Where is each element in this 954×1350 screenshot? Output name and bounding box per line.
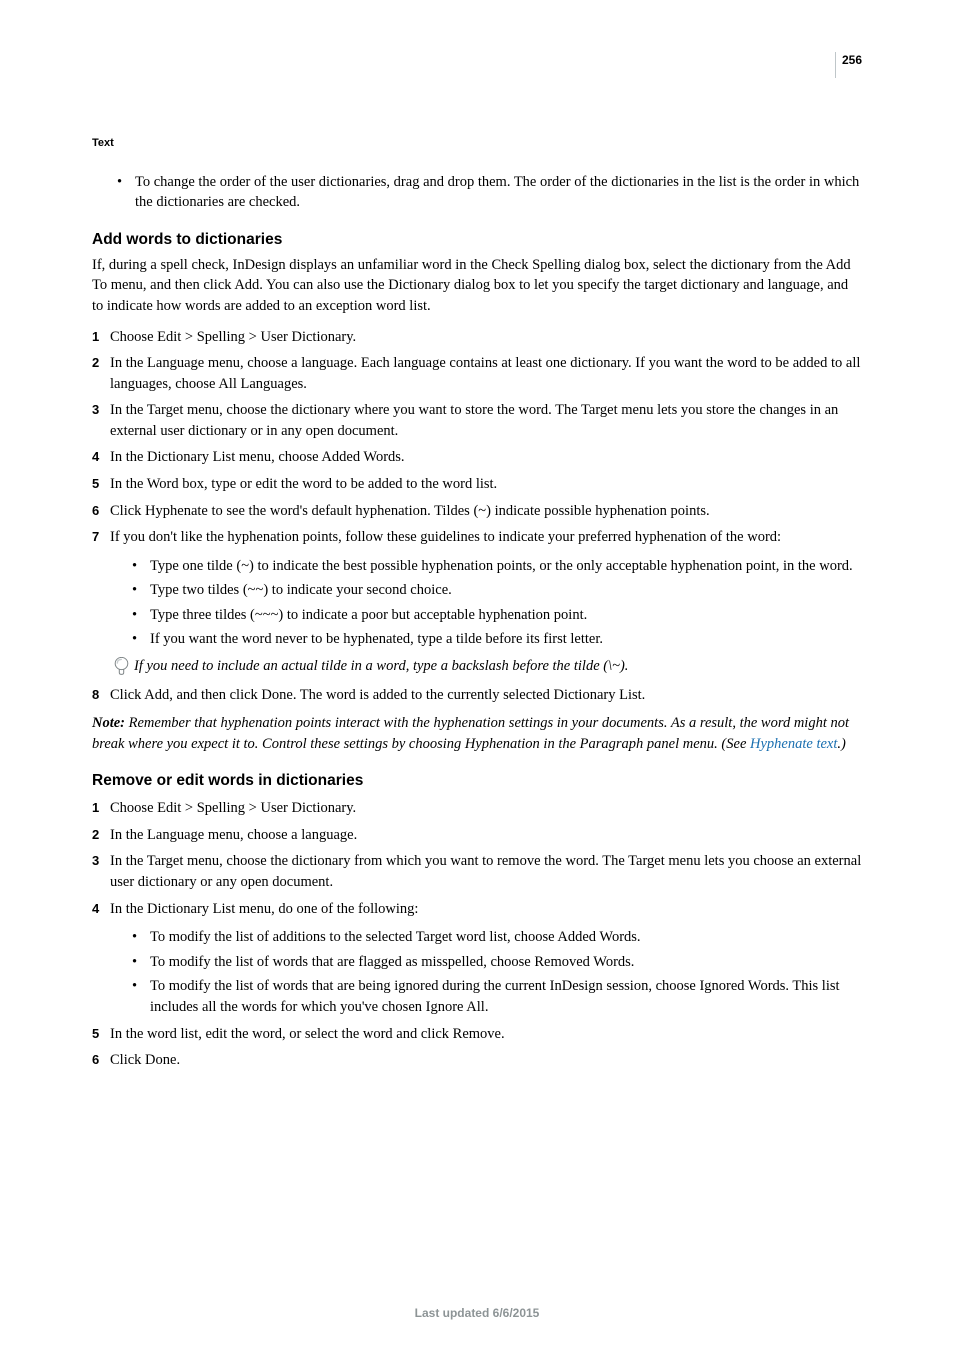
section-label: Text (92, 136, 862, 152)
sub-bullet-text: Type one tilde (~) to indicate the best … (150, 556, 853, 577)
s1-step-5: 5In the Word box, type or edit the word … (92, 474, 862, 495)
s1-step-2: 2In the Language menu, choose a language… (92, 353, 862, 394)
step-text: In the Dictionary List menu, do one of t… (110, 899, 862, 920)
tip-text: If you need to include an actual tilde i… (134, 656, 862, 677)
step-text: In the Language menu, choose a language.… (110, 353, 862, 394)
step-number: 8 (92, 685, 110, 706)
step-number: 1 (92, 327, 110, 348)
bullet-dot-icon: • (117, 172, 135, 213)
s1-step-1: 1Choose Edit > Spelling > User Dictionar… (92, 327, 862, 348)
s1-sub-3: •Type three tildes (~~~) to indicate a p… (132, 605, 862, 626)
lightbulb-icon (114, 656, 134, 676)
step-text: In the Language menu, choose a language. (110, 825, 862, 846)
sub-bullet-text: Type two tildes (~~) to indicate your se… (150, 580, 452, 601)
step-text: In the Dictionary List menu, choose Adde… (110, 447, 862, 468)
s2-step-4: 4In the Dictionary List menu, do one of … (92, 899, 862, 920)
hyphenate-text-link[interactable]: Hyphenate text (750, 736, 837, 752)
step-text: Click Done. (110, 1050, 862, 1071)
heading-remove-words: Remove or edit words in dictionaries (92, 770, 862, 792)
step-number: 1 (92, 798, 110, 819)
s1-step-3: 3In the Target menu, choose the dictiona… (92, 400, 862, 441)
s2-sub-3: •To modify the list of words that are be… (132, 976, 862, 1017)
step-number: 5 (92, 474, 110, 495)
bullet-dot-icon: • (132, 952, 150, 973)
bullet-dot-icon: • (132, 629, 150, 650)
s1-intro: If, during a spell check, InDesign displ… (92, 255, 862, 317)
sub-bullet-text: To modify the list of additions to the s… (150, 927, 641, 948)
step-text: In the word list, edit the word, or sele… (110, 1024, 862, 1045)
page-number-value: 256 (842, 52, 862, 69)
sub-bullet-text: To modify the list of words that are bei… (150, 976, 862, 1017)
note-label: Note: (92, 715, 129, 731)
bullet-dot-icon: • (132, 927, 150, 948)
s2-step-2: 2In the Language menu, choose a language… (92, 825, 862, 846)
s2-steps: 1Choose Edit > Spelling > User Dictionar… (92, 798, 862, 919)
s1-note: Note: Remember that hyphenation points i… (92, 713, 862, 754)
heading-add-words: Add words to dictionaries (92, 229, 862, 251)
page-number: 256 (835, 52, 862, 78)
step-number: 4 (92, 899, 110, 920)
note-text-b: .) (837, 736, 845, 752)
s1-step-8: 8Click Add, and then click Done. The wor… (92, 685, 862, 706)
step-number: 3 (92, 400, 110, 441)
step-number: 6 (92, 1050, 110, 1071)
bullet-dot-icon: • (132, 976, 150, 1017)
step-text: Choose Edit > Spelling > User Dictionary… (110, 798, 862, 819)
sub-bullet-text: Type three tildes (~~~) to indicate a po… (150, 605, 587, 626)
s2-step-5: 5In the word list, edit the word, or sel… (92, 1024, 862, 1045)
intro-bullet-text: To change the order of the user dictiona… (135, 172, 862, 213)
step-text: In the Word box, type or edit the word t… (110, 474, 862, 495)
step-text: In the Target menu, choose the dictionar… (110, 851, 862, 892)
step-text: In the Target menu, choose the dictionar… (110, 400, 862, 441)
step-number: 2 (92, 353, 110, 394)
page: 256 Text • To change the order of the us… (0, 0, 954, 1350)
page-footer: Last updated 6/6/2015 (0, 1305, 954, 1322)
bullet-dot-icon: • (132, 580, 150, 601)
s2-sub-1: •To modify the list of additions to the … (132, 927, 862, 948)
tip-row: If you need to include an actual tilde i… (114, 656, 862, 677)
bullet-dot-icon: • (132, 605, 150, 626)
s1-step-4: 4In the Dictionary List menu, choose Add… (92, 447, 862, 468)
s1-sub-2: •Type two tildes (~~) to indicate your s… (132, 580, 862, 601)
s1-sub-4: •If you want the word never to be hyphen… (132, 629, 862, 650)
step-number: 5 (92, 1024, 110, 1045)
s2-step-3: 3In the Target menu, choose the dictiona… (92, 851, 862, 892)
s1-step-6: 6Click Hyphenate to see the word's defau… (92, 501, 862, 522)
s2-steps-tail: 5In the word list, edit the word, or sel… (92, 1024, 862, 1071)
s1-step8-list: 8Click Add, and then click Done. The wor… (92, 685, 862, 706)
bullet-dot-icon: • (132, 556, 150, 577)
step-text: Click Add, and then click Done. The word… (110, 685, 862, 706)
step-text: Click Hyphenate to see the word's defaul… (110, 501, 862, 522)
step-number: 6 (92, 501, 110, 522)
step-number: 4 (92, 447, 110, 468)
sub-bullet-text: If you want the word never to be hyphena… (150, 629, 603, 650)
step-number: 3 (92, 851, 110, 892)
s1-step-7: 7If you don't like the hyphenation point… (92, 527, 862, 548)
step-number: 2 (92, 825, 110, 846)
step-text: If you don't like the hyphenation points… (110, 527, 862, 548)
s1-sub-1: •Type one tilde (~) to indicate the best… (132, 556, 862, 577)
step-number: 7 (92, 527, 110, 548)
step-text: Choose Edit > Spelling > User Dictionary… (110, 327, 862, 348)
s1-steps: 1Choose Edit > Spelling > User Dictionar… (92, 327, 862, 548)
s2-step-1: 1Choose Edit > Spelling > User Dictionar… (92, 798, 862, 819)
s2-sub-2: •To modify the list of words that are fl… (132, 952, 862, 973)
sub-bullet-text: To modify the list of words that are fla… (150, 952, 634, 973)
page-header: 256 (92, 52, 862, 96)
note-text-a: Remember that hyphenation points interac… (92, 715, 849, 752)
intro-bullet-row: • To change the order of the user dictio… (117, 172, 862, 213)
s2-step-6: 6Click Done. (92, 1050, 862, 1071)
